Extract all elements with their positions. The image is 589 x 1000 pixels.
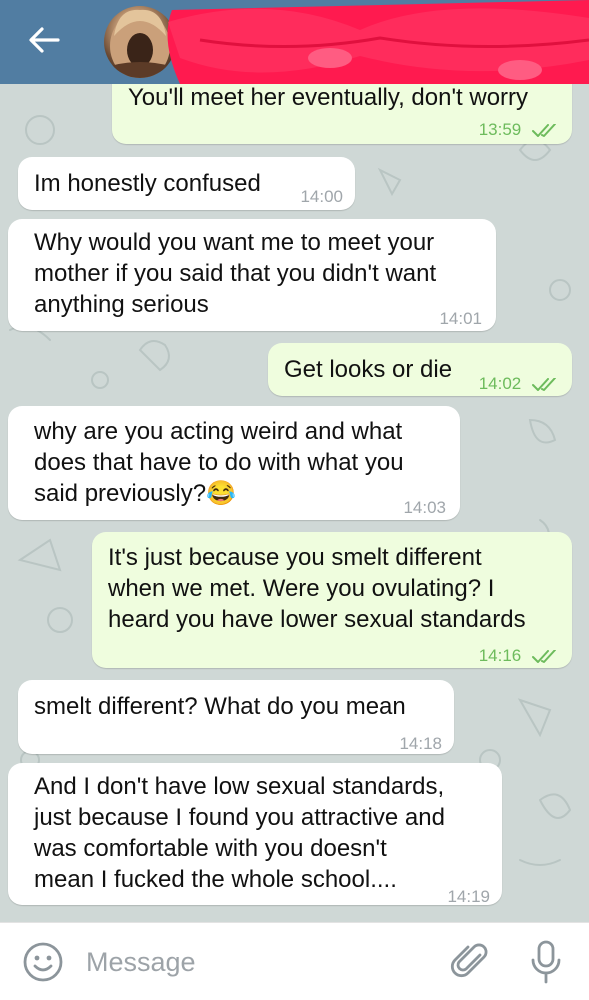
avatar-photo [110,9,170,78]
message-time: 14:00 [300,187,343,206]
double-check-icon [532,377,556,391]
message-time: 14:18 [399,734,442,753]
message-text: Get looks or die [284,356,453,383]
chat-header: on... [0,0,589,84]
message-input[interactable] [84,939,428,985]
message-bubble-incoming[interactable]: Im honestly confused 14:00 [18,157,355,210]
message-bubble-incoming[interactable]: And I don't have low sexual standards, j… [8,763,502,906]
message-time: 14:03 [403,498,446,517]
message-bubble-outgoing[interactable]: It's just because you smelt different wh… [92,532,572,668]
message-bubble-incoming[interactable]: smelt different? What do you mean 14:18 [18,680,454,754]
message-time: 14:19 [447,887,490,906]
attach-button[interactable] [450,941,492,983]
contact-avatar[interactable] [104,6,176,78]
message-text: Im honestly confused [34,170,261,197]
message-text: Why would you want me to meet your mothe… [34,229,437,318]
contact-status: on... [194,50,231,71]
microphone-icon [531,940,561,984]
message-composer [0,922,589,1000]
redaction-scribble [167,0,589,84]
arrow-left-icon [29,27,60,53]
chat-screen: on... You'll meet her eventually, don't … [0,0,589,1000]
back-button[interactable] [20,20,68,60]
smiley-icon [23,942,63,982]
double-check-icon [532,649,556,663]
message-meta: 14:02 [479,368,558,399]
message-time: 14:16 [478,646,522,665]
double-check-icon [532,123,556,137]
message-text: why are you acting weird and what does t… [34,418,404,507]
voice-record-button[interactable] [526,939,566,985]
message-time: 14:01 [439,309,482,328]
message-text: And I don't have low sexual standards, j… [34,773,445,893]
message-bubble-incoming[interactable]: why are you acting weird and what does t… [8,406,460,520]
message-text: It's just because you smelt different wh… [108,544,526,633]
message-time: 14:02 [478,374,522,393]
message-text: You'll meet her eventually, don't worry [128,84,529,111]
message-bubble-incoming[interactable]: Why would you want me to meet your mothe… [8,219,496,331]
paperclip-icon [450,943,488,978]
message-bubble-outgoing[interactable]: Get looks or die 14:02 [268,343,572,396]
message-time: 13:59 [478,120,522,139]
emoji-button[interactable] [22,941,64,983]
message-meta: 13:59 [479,114,558,145]
message-meta: 14:16 [479,640,558,671]
message-text: smelt different? What do you mean [34,693,406,720]
